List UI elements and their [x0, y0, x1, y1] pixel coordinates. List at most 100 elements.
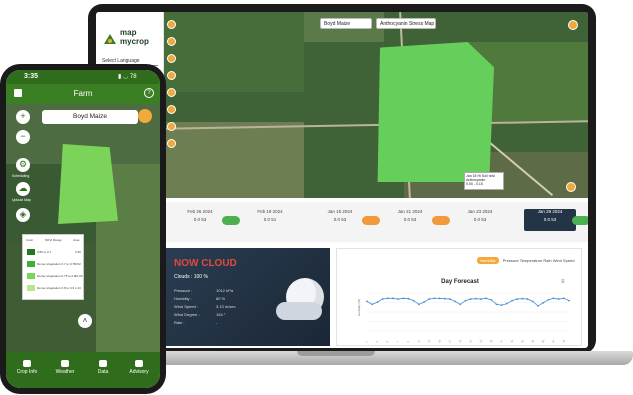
- infobox-line: 0.00 - 0.15: [466, 182, 483, 186]
- data-point[interactable]: [391, 297, 394, 300]
- cloud-toggle[interactable]: [362, 216, 380, 225]
- cloud-toggle[interactable]: [222, 216, 240, 225]
- data-point[interactable]: [428, 298, 431, 300]
- ndvi-overlay[interactable]: [58, 144, 118, 224]
- data-point[interactable]: [552, 297, 555, 300]
- scheduling-icon[interactable]: ⚙: [16, 158, 30, 172]
- zoom-in-button[interactable]: +: [16, 110, 30, 124]
- weather-row: Pressure : 1012 hPa: [174, 288, 233, 293]
- settings-button[interactable]: [568, 20, 578, 30]
- nav-weather[interactable]: Weather: [46, 360, 84, 375]
- date-item[interactable]: Feb 19 2024 0.0 51: [244, 209, 296, 231]
- data-point[interactable]: [433, 297, 436, 300]
- data-point[interactable]: [402, 297, 405, 300]
- upload-map-icon[interactable]: ☁: [16, 182, 30, 196]
- data-point[interactable]: [448, 298, 451, 300]
- tab-temperature[interactable]: Temperature: [520, 258, 542, 263]
- data-point[interactable]: [438, 297, 441, 300]
- cloud-toggle[interactable]: [572, 216, 588, 225]
- data-point[interactable]: [397, 298, 399, 300]
- date-item[interactable]: Jan 29 2024 0.0 53: [524, 209, 576, 231]
- date-item[interactable]: Jan 21 2024 0.0 53: [384, 209, 436, 231]
- tab-wind-speed[interactable]: Wind Speed: [553, 258, 575, 263]
- map-tool-button[interactable]: [167, 88, 176, 97]
- data-point[interactable]: [443, 297, 446, 300]
- data-point[interactable]: [547, 298, 550, 301]
- date-value: 0.0 51: [263, 217, 277, 222]
- map-tool-button[interactable]: [167, 122, 176, 131]
- data-point[interactable]: [381, 298, 384, 300]
- data-point[interactable]: [537, 305, 539, 307]
- date-item[interactable]: Jan 23 2024 0.0 53: [454, 209, 506, 231]
- data-point[interactable]: [521, 297, 524, 300]
- tab-rain[interactable]: Rain: [543, 258, 551, 263]
- data-point[interactable]: [417, 303, 420, 306]
- nav-data[interactable]: Data: [84, 360, 122, 375]
- help-icon[interactable]: ?: [144, 88, 154, 98]
- map-tool-button[interactable]: [167, 105, 176, 114]
- data-point[interactable]: [562, 297, 565, 300]
- data-point[interactable]: [412, 299, 415, 302]
- layers-icon[interactable]: ◈: [16, 208, 30, 222]
- data-point[interactable]: [568, 299, 570, 302]
- data-point[interactable]: [516, 298, 519, 300]
- chart-menu-icon[interactable]: ≡: [561, 279, 565, 285]
- data-point[interactable]: [531, 300, 534, 303]
- map-tool-button[interactable]: [167, 71, 176, 80]
- data-point[interactable]: [407, 297, 410, 300]
- data-point[interactable]: [542, 301, 545, 304]
- cloud-toggle[interactable]: [432, 216, 450, 225]
- date-item[interactable]: Jan 15 2024 0.0 53: [314, 209, 366, 231]
- data-point[interactable]: [469, 298, 472, 300]
- map-tool-button[interactable]: [167, 20, 176, 29]
- data-point[interactable]: [490, 298, 493, 301]
- date-label: Jan 15 2024: [327, 209, 353, 214]
- zoom-out-button[interactable]: −: [16, 130, 30, 144]
- weather-icon: [61, 360, 69, 367]
- compass-icon[interactable]: [138, 109, 152, 123]
- data-point[interactable]: [500, 304, 503, 307]
- map-tool-button[interactable]: [167, 37, 176, 46]
- x-tick-label: 7: [395, 340, 399, 344]
- data-point[interactable]: [505, 302, 508, 305]
- data-point[interactable]: [464, 299, 467, 302]
- map-view[interactable]: Jan 15 Hi Soil ndvi Anthocyanin 0.00 - 0…: [164, 12, 588, 198]
- tab-humidity[interactable]: Humidity: [477, 257, 499, 264]
- data-point[interactable]: [474, 297, 477, 300]
- data-point[interactable]: [376, 301, 379, 304]
- map-tool-button[interactable]: [167, 54, 176, 63]
- phone-map[interactable]: Boyd Maize + − ⚙ Scheduling ☁ Upload Map…: [6, 104, 160, 352]
- forecast-chart: Humidity (%)1 3 5 7 9 11 13 15 17 19 21 23 25 27 29 31 3…: [357, 292, 570, 344]
- legend-header-area: Area: [73, 238, 80, 242]
- x-tick-label: 33: [530, 339, 535, 344]
- x-tick-label: 19: [458, 339, 463, 344]
- data-point[interactable]: [495, 303, 498, 306]
- data-point[interactable]: [511, 299, 513, 302]
- data-point[interactable]: [454, 300, 456, 303]
- ndvi-overlay[interactable]: [377, 42, 494, 182]
- weather-row-label: Rain :: [174, 320, 185, 325]
- data-point[interactable]: [386, 297, 389, 300]
- data-point[interactable]: [557, 298, 560, 300]
- farm-select[interactable]: Boyd Maize: [42, 110, 138, 124]
- data-point[interactable]: [371, 303, 374, 306]
- weather-row: Rain : -: [174, 320, 217, 325]
- data-point[interactable]: [485, 297, 488, 300]
- nav-crop-info[interactable]: Crop Info: [8, 360, 46, 375]
- logo-icon: [104, 34, 116, 44]
- layer-select[interactable]: Anthocyanin Stress Map: [376, 18, 436, 29]
- data-point[interactable]: [459, 303, 462, 306]
- data-point[interactable]: [366, 300, 368, 303]
- nav-advisory[interactable]: Advisory: [120, 360, 158, 375]
- data-point[interactable]: [423, 301, 425, 304]
- farm-select[interactable]: Boyd Maize: [320, 18, 372, 29]
- map-tool-button[interactable]: [167, 139, 176, 148]
- data-point[interactable]: [480, 298, 482, 300]
- map-action-button[interactable]: [566, 182, 576, 192]
- x-tick-label: 37: [551, 339, 556, 344]
- data-point[interactable]: [526, 298, 529, 300]
- date-item[interactable]: Feb 26 2024 0.0 53: [174, 209, 226, 231]
- expand-up-button[interactable]: ˄: [78, 314, 92, 328]
- tab-pressure[interactable]: Pressure: [503, 258, 519, 263]
- scheduling-label: Scheduling: [12, 174, 30, 178]
